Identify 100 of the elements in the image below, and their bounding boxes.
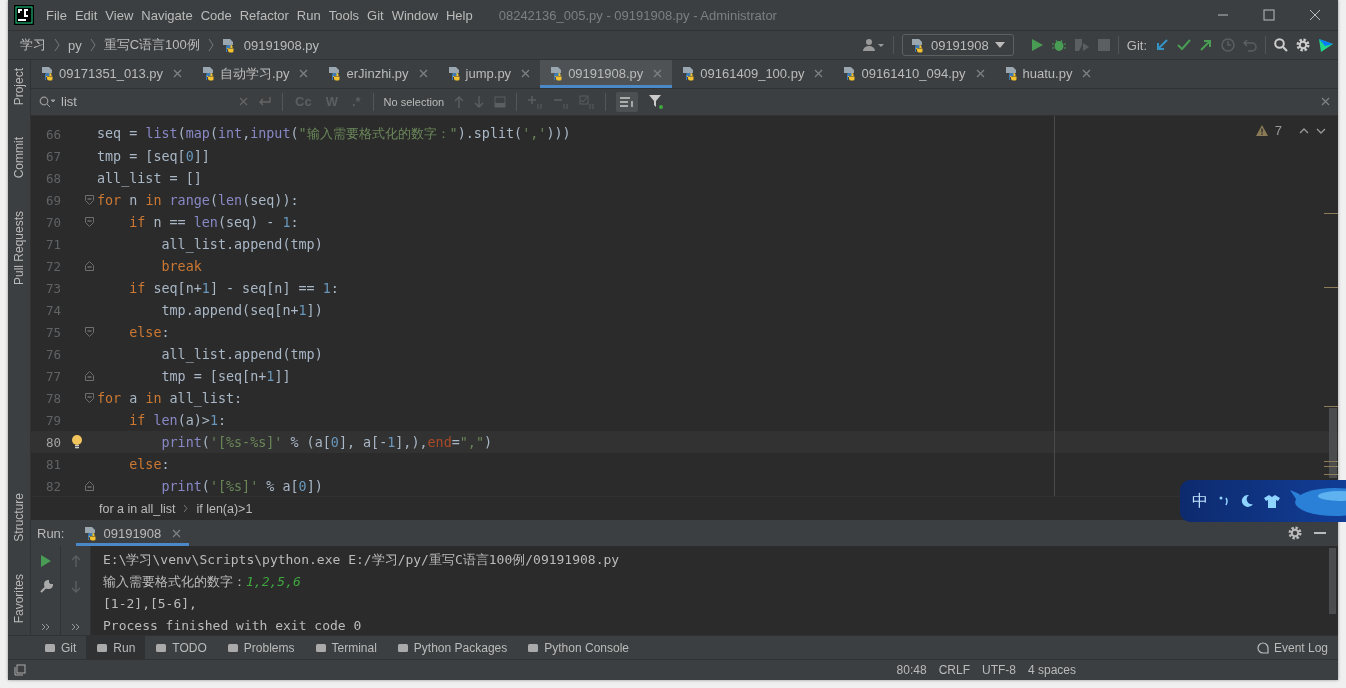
shirt-icon xyxy=(1264,494,1280,508)
menu-item[interactable]: Refactor xyxy=(235,7,293,23)
menu-item[interactable]: Code xyxy=(196,7,236,23)
editor-tab[interactable]: 09161410_094.py xyxy=(833,60,995,88)
more-icon[interactable] xyxy=(70,623,81,631)
menu-item[interactable]: Navigate xyxy=(137,7,197,23)
event-log-button[interactable]: Event Log xyxy=(1246,636,1338,659)
close-icon[interactable] xyxy=(173,69,183,79)
tool-window-tab[interactable]: Python Packages xyxy=(386,636,518,659)
filter-lines-icon[interactable] xyxy=(616,91,639,112)
arrow-up-right-icon[interactable] xyxy=(1199,38,1213,52)
checkmark-icon[interactable] xyxy=(1177,38,1191,52)
maximize-icon[interactable] xyxy=(1263,9,1275,21)
editor-tab[interactable]: 09161409_100.py xyxy=(672,60,834,88)
close-icon[interactable] xyxy=(521,69,531,79)
breadcrumb[interactable]: py xyxy=(68,37,82,53)
status-item[interactable]: CRLF xyxy=(938,663,970,677)
tool-window-button[interactable]: Project xyxy=(8,64,30,110)
menu-item[interactable]: Run xyxy=(292,7,325,23)
fold-marker-icon[interactable] xyxy=(85,327,94,338)
menu-item[interactable]: View xyxy=(101,7,138,23)
chevron-down-icon[interactable] xyxy=(1316,127,1326,134)
close-icon[interactable] xyxy=(299,69,309,79)
minimize-icon[interactable] xyxy=(1314,532,1326,535)
close-icon[interactable] xyxy=(418,69,428,79)
status-item[interactable]: 4 spaces xyxy=(1027,663,1076,677)
arrow-up-icon[interactable] xyxy=(454,94,465,109)
undo-icon[interactable] xyxy=(1243,38,1257,52)
run-icon[interactable] xyxy=(1029,38,1044,52)
fold-marker-icon[interactable] xyxy=(85,393,94,404)
fold-marker-icon[interactable] xyxy=(85,371,94,382)
close-icon[interactable] xyxy=(975,69,985,79)
tool-window-tab[interactable]: Problems xyxy=(216,636,305,659)
arrow-down-icon[interactable] xyxy=(70,580,81,594)
menu-item[interactable]: Window xyxy=(387,7,442,23)
newline-icon[interactable] xyxy=(258,95,272,108)
editor-tab[interactable]: 自动学习.py xyxy=(192,60,319,88)
wrench-icon[interactable] xyxy=(38,580,53,594)
warning-icon[interactable] xyxy=(1255,125,1268,137)
editor-tab[interactable]: huatu.py xyxy=(994,60,1102,88)
fold-marker-icon[interactable] xyxy=(85,481,94,492)
tool-window-tab[interactable]: Terminal xyxy=(304,636,387,659)
settings-icon[interactable] xyxy=(1288,526,1302,541)
editor-tab[interactable]: erJinzhi.py xyxy=(318,60,438,88)
code-line: tmp = [seq[n+1]] xyxy=(160,368,291,384)
code-line: print('[%s]' % a[0]) xyxy=(160,478,323,494)
tool-window-tab[interactable]: TODO xyxy=(145,636,217,659)
run-icon[interactable] xyxy=(39,554,52,568)
window-icon[interactable] xyxy=(494,95,507,108)
close-icon[interactable] xyxy=(172,528,182,538)
breadcrumb[interactable]: if len(a)>1 xyxy=(196,501,253,516)
code-line: break xyxy=(160,258,202,274)
fold-marker-icon[interactable] xyxy=(85,195,94,206)
more-icon[interactable] xyxy=(40,623,51,631)
menu-item[interactable]: Tools xyxy=(324,7,364,23)
status-item[interactable]: 80:48 xyxy=(896,663,927,677)
run-config-dropdown[interactable]: 09191908 xyxy=(901,34,1014,56)
settings-icon[interactable] xyxy=(1296,38,1310,52)
tool-window-button[interactable]: Commit xyxy=(8,133,30,183)
close-icon[interactable] xyxy=(1082,69,1092,79)
menu-item[interactable]: Help xyxy=(441,7,477,23)
tool-window-button[interactable]: Structure xyxy=(8,488,30,546)
breadcrumb[interactable]: 09191908.py xyxy=(243,37,319,53)
stop-icon[interactable] xyxy=(1097,39,1110,51)
status-item[interactable]: UTF-8 xyxy=(981,663,1016,677)
breadcrumb[interactable]: for a in all_list xyxy=(99,501,176,516)
menu-item[interactable]: Edit xyxy=(70,7,102,23)
toolbox-logo-icon[interactable] xyxy=(1318,37,1334,53)
clear-icon[interactable] xyxy=(239,97,248,107)
tool-window-tab[interactable]: Run xyxy=(86,636,146,659)
filter-icon[interactable] xyxy=(648,93,665,110)
close-icon[interactable] xyxy=(1321,97,1330,107)
close-icon[interactable] xyxy=(1309,9,1321,21)
lightbulb-icon[interactable] xyxy=(71,435,83,450)
clock-icon[interactable] xyxy=(1221,38,1235,52)
menu-item[interactable]: File xyxy=(42,7,71,23)
breadcrumb[interactable]: 学习 xyxy=(20,36,46,54)
search-icon[interactable] xyxy=(1274,38,1288,52)
editor-tab[interactable]: jump.py xyxy=(437,60,541,88)
tool-window-tab[interactable]: Git xyxy=(34,636,87,659)
bug-icon[interactable] xyxy=(1051,38,1066,52)
ime-toolbar[interactable]: 中 xyxy=(1180,480,1346,522)
close-icon[interactable] xyxy=(814,69,824,79)
editor-tab[interactable]: 09191908.py xyxy=(540,60,673,88)
fold-marker-icon[interactable] xyxy=(85,261,94,272)
editor-tab[interactable]: 09171351_013.py xyxy=(31,60,193,88)
tool-window-button[interactable]: Favorites xyxy=(8,569,30,627)
menu-item[interactable]: Git xyxy=(363,7,388,23)
arrow-down-icon[interactable] xyxy=(474,94,485,109)
scrollbar[interactable] xyxy=(1329,548,1336,614)
arrow-down-left-icon[interactable] xyxy=(1155,38,1169,52)
coverage-icon[interactable] xyxy=(1073,38,1090,52)
panel-toggle-icon[interactable] xyxy=(14,664,26,676)
chevron-up-icon[interactable] xyxy=(1299,127,1309,134)
arrow-up-icon[interactable] xyxy=(70,554,81,568)
user-icon[interactable] xyxy=(862,38,885,52)
tool-window-tab[interactable]: Python Console xyxy=(517,636,639,659)
tool-window-button[interactable]: Pull Requests xyxy=(8,206,30,289)
breadcrumb[interactable]: 重写C语言100例 xyxy=(103,36,200,54)
fold-marker-icon[interactable] xyxy=(85,217,94,228)
